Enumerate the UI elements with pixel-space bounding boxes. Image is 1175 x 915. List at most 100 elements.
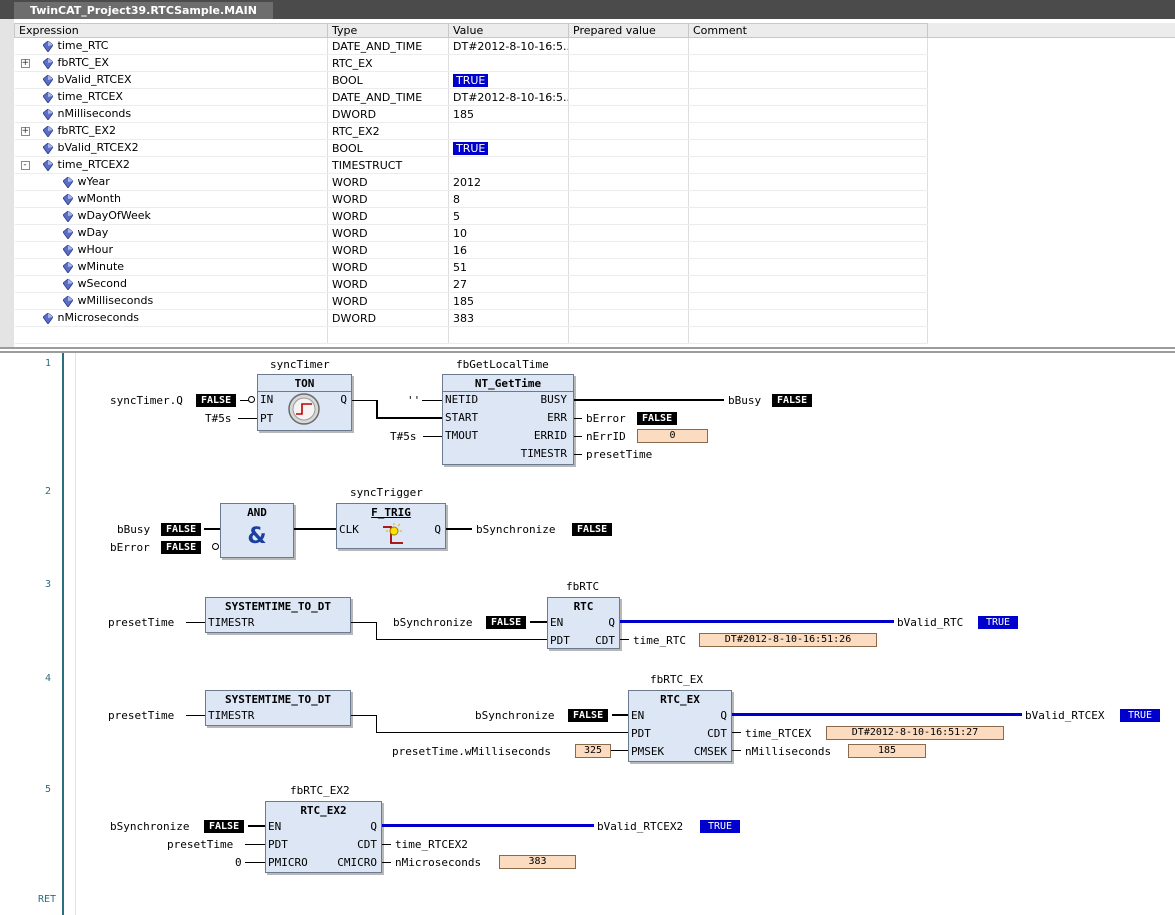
watch-cell-prepared-value[interactable]: [568, 139, 689, 157]
collapse-icon[interactable]: -: [20, 161, 30, 170]
watch-cell-prepared-value[interactable]: [568, 71, 689, 89]
watch-row[interactable]: wMinute WORD 51: [14, 258, 928, 276]
watch-cell-prepared-value[interactable]: [568, 37, 689, 55]
function-block-systemtime-to-dt[interactable]: SYSTEMTIME_TO_DT TIMESTR: [205, 597, 351, 633]
watch-cell-value[interactable]: 8: [448, 190, 569, 208]
watch-cell-value[interactable]: 185: [448, 105, 569, 123]
function-block-f-trig[interactable]: F_TRIG CLK Q: [336, 503, 446, 549]
watch-row[interactable]: + fbRTC_EX RTC_EX: [14, 54, 928, 72]
watch-cell-value[interactable]: 5: [448, 207, 569, 225]
block-instance-name[interactable]: syncTimer: [270, 358, 330, 371]
function-block-nt-gettime[interactable]: NT_GetTime NETID START TMOUT BUSY ERR ER…: [442, 374, 574, 465]
block-instance-name[interactable]: syncTrigger: [350, 486, 423, 499]
watch-cell-prepared-value[interactable]: [568, 224, 689, 242]
col-header-expression[interactable]: Expression: [14, 23, 328, 38]
watch-row[interactable]: time_RTCEX DATE_AND_TIME DT#2012-8-10-16:5…: [14, 88, 928, 106]
function-block-systemtime-to-dt[interactable]: SYSTEMTIME_TO_DT TIMESTR: [205, 690, 351, 726]
output-var-nerrid[interactable]: nErrID: [586, 430, 626, 443]
input-var-pmicro[interactable]: 0: [235, 856, 242, 869]
function-block-rtc-ex2[interactable]: RTC_EX2 EN PDT PMICRO Q CDT CMICRO: [265, 801, 382, 873]
watch-cell-value[interactable]: [448, 156, 569, 174]
expand-icon[interactable]: +: [20, 59, 30, 68]
watch-cell-prepared-value[interactable]: [568, 275, 689, 293]
block-instance-name[interactable]: fbRTC_EX2: [290, 784, 350, 797]
input-var-presettime[interactable]: presetTime: [108, 709, 174, 722]
output-var-bvalid-rtcex[interactable]: bValid_RTCEX: [1025, 709, 1104, 722]
watch-cell-value[interactable]: TRUE: [448, 71, 569, 89]
watch-cell-prepared-value[interactable]: [568, 258, 689, 276]
input-var-synctimer-q[interactable]: syncTimer.Q: [110, 394, 183, 407]
watch-row[interactable]: wMonth WORD 8: [14, 190, 928, 208]
watch-row[interactable]: wHour WORD 16: [14, 241, 928, 259]
output-var-bvalid-rtcex2[interactable]: bValid_RTCEX2: [597, 820, 683, 833]
input-var-bsynchronize[interactable]: bSynchronize: [393, 616, 472, 629]
watch-cell-value[interactable]: 2012: [448, 173, 569, 191]
watch-row[interactable]: nMicroseconds DWORD 383: [14, 309, 928, 327]
watch-row[interactable]: + fbRTC_EX2 RTC_EX2: [14, 122, 928, 140]
input-var-presettime[interactable]: presetTime: [108, 616, 174, 629]
watch-row[interactable]: wDay WORD 10: [14, 224, 928, 242]
col-header-prepared-value[interactable]: Prepared value: [568, 23, 689, 38]
col-header-value[interactable]: Value: [448, 23, 569, 38]
watch-cell-value[interactable]: DT#2012-8-10-16:5...: [448, 37, 569, 55]
input-var-presettime-wmilliseconds[interactable]: presetTime.wMilliseconds: [392, 745, 551, 758]
input-var-bsynchronize[interactable]: bSynchronize: [475, 709, 554, 722]
watch-cell-value[interactable]: TRUE: [448, 139, 569, 157]
watch-cell-prepared-value[interactable]: [568, 54, 689, 72]
watch-cell-value[interactable]: 10: [448, 224, 569, 242]
output-var-bvalid-rtc[interactable]: bValid_RTC: [897, 616, 963, 629]
function-block-and[interactable]: AND &: [220, 503, 294, 558]
input-var-tmout[interactable]: T#5s: [390, 430, 417, 443]
watch-row[interactable]: nMilliseconds DWORD 185: [14, 105, 928, 123]
output-var-presettime[interactable]: presetTime: [586, 448, 652, 461]
watch-cell-value[interactable]: 27: [448, 275, 569, 293]
output-var-bsynchronize[interactable]: bSynchronize: [476, 523, 555, 536]
function-block-rtc[interactable]: RTC EN PDT Q CDT: [547, 597, 620, 649]
watch-row[interactable]: wSecond WORD 27: [14, 275, 928, 293]
watch-row[interactable]: wYear WORD 2012: [14, 173, 928, 191]
watch-cell-value[interactable]: DT#2012-8-10-16:5...: [448, 88, 569, 106]
watch-cell-value[interactable]: [448, 54, 569, 72]
watch-row[interactable]: time_RTC DATE_AND_TIME DT#2012-8-10-16:5..…: [14, 37, 928, 55]
editor-tab[interactable]: TwinCAT_Project39.RTCSample.MAIN: [14, 2, 273, 19]
watch-cell-prepared-value[interactable]: [568, 309, 689, 327]
watch-cell-prepared-value[interactable]: [568, 105, 689, 123]
output-var-nmicroseconds[interactable]: nMicroseconds: [395, 856, 481, 869]
expand-icon[interactable]: +: [20, 127, 30, 136]
watch-cell-prepared-value[interactable]: [568, 207, 689, 225]
input-var-bsynchronize[interactable]: bSynchronize: [110, 820, 189, 833]
watch-cell-value[interactable]: 383: [448, 309, 569, 327]
output-var-bbusy[interactable]: bBusy: [728, 394, 761, 407]
block-instance-name[interactable]: fbRTC: [566, 580, 599, 593]
input-var-pt[interactable]: T#5s: [205, 412, 232, 425]
watch-cell-prepared-value[interactable]: [568, 241, 689, 259]
col-header-comment[interactable]: Comment: [688, 23, 928, 38]
output-var-berror[interactable]: bError: [586, 412, 626, 425]
watch-cell-value[interactable]: 185: [448, 292, 569, 310]
watch-cell-prepared-value[interactable]: [568, 173, 689, 191]
block-instance-name[interactable]: fbGetLocalTime: [456, 358, 549, 371]
input-var-berror[interactable]: bError: [110, 541, 150, 554]
watch-row[interactable]: - time_RTCEX2 TIMESTRUCT: [14, 156, 928, 174]
watch-row[interactable]: wDayOfWeek WORD 5: [14, 207, 928, 225]
input-var-bbusy[interactable]: bBusy: [117, 523, 150, 536]
watch-cell-prepared-value[interactable]: [568, 292, 689, 310]
watch-cell-value[interactable]: [448, 122, 569, 140]
block-instance-name[interactable]: fbRTC_EX: [650, 673, 703, 686]
watch-cell-prepared-value[interactable]: [568, 122, 689, 140]
watch-cell-value[interactable]: 51: [448, 258, 569, 276]
function-block-ton[interactable]: TON IN PT Q: [257, 374, 352, 431]
output-var-time-rtcex2[interactable]: time_RTCEX2: [395, 838, 468, 851]
watch-cell-prepared-value[interactable]: [568, 190, 689, 208]
watch-row[interactable]: wMilliseconds WORD 185: [14, 292, 928, 310]
watch-cell-prepared-value[interactable]: [568, 156, 689, 174]
watch-row[interactable]: bValid_RTCEX BOOL TRUE: [14, 71, 928, 89]
input-var-presettime[interactable]: presetTime: [167, 838, 233, 851]
watch-cell-prepared-value[interactable]: [568, 88, 689, 106]
output-var-nmilliseconds[interactable]: nMilliseconds: [745, 745, 831, 758]
input-var-netid[interactable]: '': [407, 394, 420, 407]
output-var-time-rtcex[interactable]: time_RTCEX: [745, 727, 811, 740]
watch-row[interactable]: bValid_RTCEX2 BOOL TRUE: [14, 139, 928, 157]
output-var-time-rtc[interactable]: time_RTC: [633, 634, 686, 647]
watch-cell-value[interactable]: 16: [448, 241, 569, 259]
